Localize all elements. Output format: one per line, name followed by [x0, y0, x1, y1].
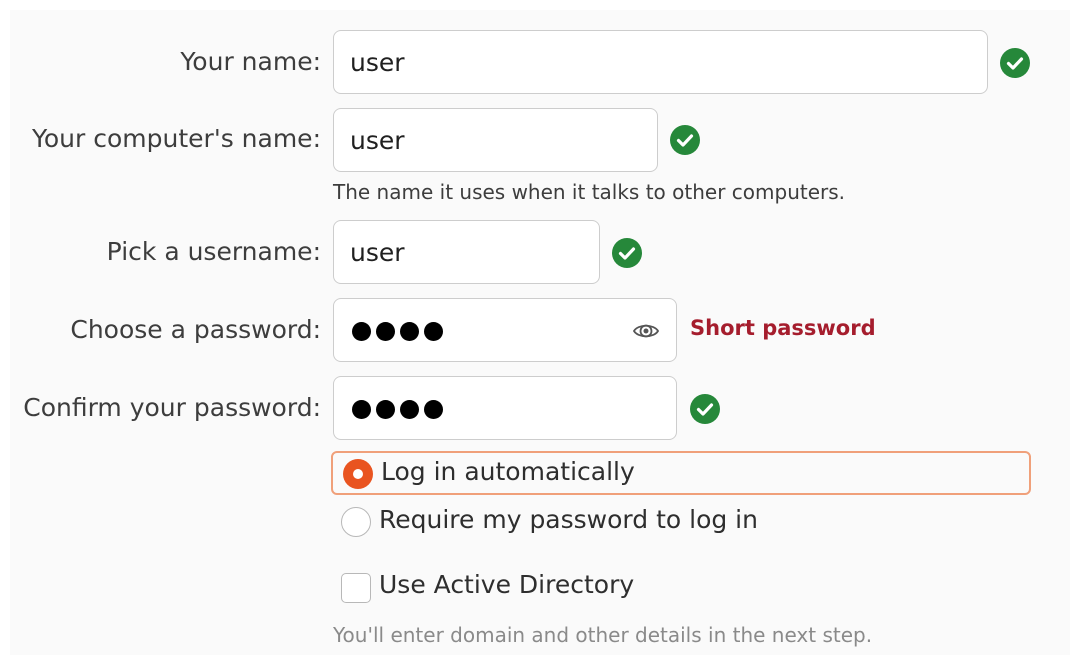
computer-name-input[interactable] — [350, 109, 640, 171]
log-in-automatically-radio[interactable] — [343, 459, 373, 489]
confirm-password-field[interactable] — [333, 376, 677, 440]
require-password-label: Require my password to log in — [379, 505, 758, 534]
require-password-radio[interactable] — [341, 507, 371, 537]
username-label: Pick a username: — [106, 237, 321, 266]
password-strength-warning: Short password — [690, 316, 876, 340]
log-in-automatically-option[interactable]: Log in automatically — [331, 451, 1031, 495]
computer-name-field[interactable] — [333, 108, 658, 172]
password-field[interactable] — [333, 298, 677, 362]
your-name-input[interactable] — [350, 31, 970, 93]
active-directory-checkbox[interactable] — [341, 573, 371, 603]
computer-name-valid-check-icon — [670, 125, 700, 155]
computer-name-hint: The name it uses when it talks to other … — [333, 180, 846, 204]
username-field[interactable] — [333, 220, 600, 284]
reveal-password-eye-icon[interactable] — [632, 317, 660, 345]
require-password-option[interactable]: Require my password to log in — [331, 501, 1031, 545]
confirm-password-label: Confirm your password: — [23, 393, 321, 422]
log-in-automatically-label: Log in automatically — [381, 457, 635, 486]
password-masked-value — [352, 316, 443, 341]
your-name-field[interactable] — [333, 30, 988, 94]
active-directory-hint: You'll enter domain and other details in… — [333, 623, 873, 647]
active-directory-label[interactable]: Use Active Directory — [379, 570, 634, 599]
name-valid-check-icon — [1000, 48, 1030, 78]
username-input[interactable] — [350, 221, 582, 283]
confirm-password-masked-value — [352, 394, 443, 419]
confirm-valid-check-icon — [690, 394, 720, 424]
username-valid-check-icon — [612, 238, 642, 268]
computer-name-label: Your computer's name: — [31, 124, 321, 153]
your-name-label: Your name: — [180, 47, 321, 76]
password-label: Choose a password: — [70, 315, 321, 344]
